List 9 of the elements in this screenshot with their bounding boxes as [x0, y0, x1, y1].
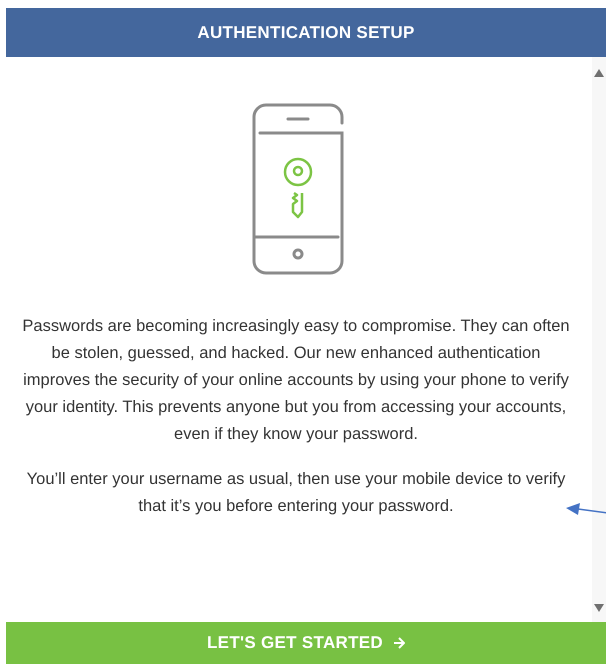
annotation-arrow	[566, 503, 606, 517]
scroll-down-icon[interactable]	[594, 604, 604, 612]
description-paragraph: Passwords are becoming increasingly easy to compromise. They can often be stolen, guessed, and hacked. Our new enhanced authentication improves the security of your online accounts by using your phone to verify your identity. This prevents anyone but you from accessing your accounts, even if they know your password.	[21, 316, 571, 445]
phone-key-icon	[252, 103, 346, 275]
arrow-right-icon	[393, 637, 405, 649]
get-started-button[interactable]: LET'S GET STARTED	[6, 622, 606, 664]
description-paragraph: You’ll enter your username as usual, then use your mobile device to verify that it’s you before entering your password.	[26, 469, 566, 517]
header-title: AUTHENTICATION SETUP	[197, 22, 415, 42]
scroll-up-icon[interactable]	[594, 69, 604, 77]
